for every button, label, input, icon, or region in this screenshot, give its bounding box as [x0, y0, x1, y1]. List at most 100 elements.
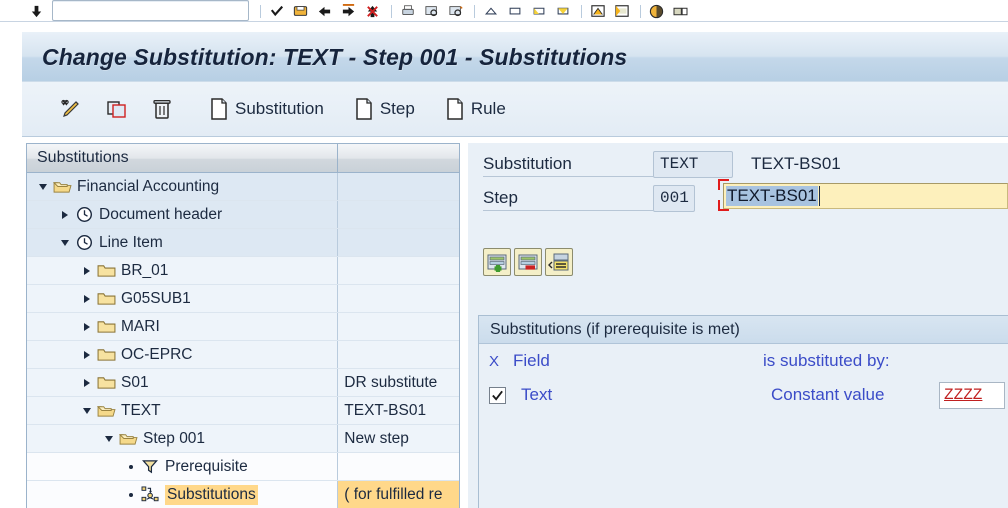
- tree-node-br-01[interactable]: BR_01: [27, 257, 339, 284]
- tree-node-description[interactable]: New step: [338, 425, 459, 452]
- delete-button[interactable]: [146, 90, 184, 128]
- tree-node-g05sub1[interactable]: G05SUB1: [27, 285, 339, 312]
- tree-node-description[interactable]: [338, 453, 459, 480]
- tree-node-prerequisite[interactable]: Prerequisite: [27, 453, 339, 480]
- tree-row[interactable]: S01 DR substitute: [27, 369, 459, 397]
- check-button[interactable]: [54, 90, 94, 128]
- tree-expander-expand[interactable]: [79, 263, 95, 279]
- substitution-description: TEXT-BS01: [751, 154, 841, 173]
- tree-node-document-header[interactable]: Document header: [27, 201, 339, 228]
- tree-row[interactable]: Document header: [27, 201, 459, 229]
- tree-node-description[interactable]: TEXT-BS01: [338, 397, 459, 424]
- tree-expander-expand[interactable]: [79, 319, 95, 335]
- green-check-icon[interactable]: [266, 1, 287, 21]
- previous-page-icon[interactable]: [504, 1, 525, 21]
- tree-node-text[interactable]: TEXT: [27, 397, 339, 424]
- substitution-button-label: Substitution: [235, 99, 324, 118]
- tree-row[interactable]: TEXT TEXT-BS01: [27, 397, 459, 425]
- toolbar-separator: [640, 5, 641, 18]
- copy-button[interactable]: [100, 90, 140, 128]
- step-description-input[interactable]: TEXT-BS01: [723, 183, 1008, 209]
- next-page-icon[interactable]: [528, 1, 549, 21]
- substitutions-data-row: Text Constant value ZZZZ: [479, 378, 1008, 412]
- exit-icon[interactable]: [338, 1, 359, 21]
- copy-icon: [105, 97, 129, 121]
- save-icon[interactable]: [290, 1, 311, 21]
- delete-row-button[interactable]: [514, 248, 542, 276]
- tree-node-label: Financial Accounting: [77, 177, 220, 195]
- tree-node-description[interactable]: ( for fulfilled re: [338, 481, 459, 508]
- command-field[interactable]: [52, 0, 249, 21]
- tree-node-substitutions[interactable]: Substitutions: [27, 481, 339, 508]
- step-value-field[interactable]: 001: [653, 184, 695, 212]
- step-button[interactable]: Step: [349, 90, 420, 128]
- insert-row-icon: [487, 254, 507, 272]
- tree-node-oc-eprc[interactable]: OC-EPRC: [27, 341, 339, 368]
- tree-row[interactable]: Step 001 New step: [27, 425, 459, 453]
- column-header-field: Field: [513, 351, 550, 370]
- command-input[interactable]: [53, 1, 248, 21]
- step-description-focus-frame: TEXT-BS01: [718, 179, 1008, 213]
- tree-column-header-substitutions[interactable]: Substitutions: [27, 144, 339, 172]
- first-page-icon[interactable]: [480, 1, 501, 21]
- new-session-icon[interactable]: [587, 1, 608, 21]
- tree-node-description[interactable]: [338, 257, 459, 284]
- substitution-field-row: Substitution TEXT TEXT-BS01: [483, 149, 841, 179]
- clock-icon: [73, 206, 95, 224]
- tree-row[interactable]: MARI: [27, 313, 459, 341]
- row-substituted-by-label: Constant value: [771, 385, 885, 404]
- tree-row[interactable]: Prerequisite: [27, 453, 459, 481]
- tree-node-step-001[interactable]: Step 001: [27, 425, 339, 452]
- tree-node-description[interactable]: [338, 229, 459, 256]
- tree-node-description[interactable]: DR substitute: [338, 369, 459, 396]
- tree-expander-collapse[interactable]: [57, 235, 73, 251]
- tree-node-description[interactable]: [338, 173, 459, 200]
- back-icon[interactable]: [314, 1, 335, 21]
- tree-expander-collapse[interactable]: [101, 431, 117, 447]
- find-next-icon[interactable]: [445, 1, 466, 21]
- help-icon[interactable]: [646, 1, 667, 21]
- tree-row[interactable]: Substitutions ( for fulfilled re: [27, 481, 459, 508]
- tree-expander-collapse[interactable]: [35, 179, 51, 195]
- back-arrow-icon[interactable]: [26, 1, 47, 21]
- rule-button[interactable]: Rule: [440, 90, 511, 128]
- tree-row[interactable]: BR_01: [27, 257, 459, 285]
- tree-expander-collapse[interactable]: [79, 403, 95, 419]
- constant-value-input[interactable]: ZZZZ: [939, 381, 1005, 409]
- create-shortcut-icon[interactable]: [611, 1, 632, 21]
- tree-node-label: S01: [121, 373, 149, 391]
- folder-open-icon: [117, 430, 139, 448]
- substitution-value-field[interactable]: TEXT: [653, 150, 733, 178]
- row-value-cell: ZZZZ: [939, 381, 1005, 409]
- change-row-button[interactable]: [545, 248, 573, 276]
- tree-node-label: Step 001: [143, 429, 206, 447]
- tree-node-mari[interactable]: MARI: [27, 313, 339, 340]
- find-icon[interactable]: [421, 1, 442, 21]
- tree-node-description[interactable]: [338, 313, 459, 340]
- tree-node-description[interactable]: [338, 341, 459, 368]
- substitutions-tree[interactable]: Substitutions Financial Accounting Docume…: [26, 143, 460, 508]
- layout-menu-icon[interactable]: [670, 1, 691, 21]
- text-field-checkbox[interactable]: [489, 386, 506, 404]
- tree-column-header-description[interactable]: [338, 144, 459, 172]
- tree-node-financial-accounting[interactable]: Financial Accounting: [27, 173, 339, 200]
- tree-expander-expand[interactable]: [79, 375, 95, 391]
- tree-node-label: G05SUB1: [121, 289, 191, 307]
- tree-row[interactable]: G05SUB1: [27, 285, 459, 313]
- cancel-icon[interactable]: [362, 1, 383, 21]
- tree-expander-expand[interactable]: [57, 207, 73, 223]
- tree-expander-expand[interactable]: [79, 347, 95, 363]
- tree-node-line-item[interactable]: Line Item: [27, 229, 339, 256]
- tree-row[interactable]: Line Item: [27, 229, 459, 257]
- tree-row[interactable]: Financial Accounting: [27, 173, 459, 201]
- tree-node-s01[interactable]: S01: [27, 369, 339, 396]
- tree-expander-expand[interactable]: [79, 291, 95, 307]
- tree-row[interactable]: OC-EPRC: [27, 341, 459, 369]
- substitutions-header-row: X Field is substituted by:: [479, 344, 1008, 378]
- tree-node-description[interactable]: [338, 201, 459, 228]
- substitution-button[interactable]: Substitution: [204, 90, 329, 128]
- insert-row-button[interactable]: [483, 248, 511, 276]
- last-page-icon[interactable]: [552, 1, 573, 21]
- tree-node-description[interactable]: [338, 285, 459, 312]
- print-icon[interactable]: [397, 1, 418, 21]
